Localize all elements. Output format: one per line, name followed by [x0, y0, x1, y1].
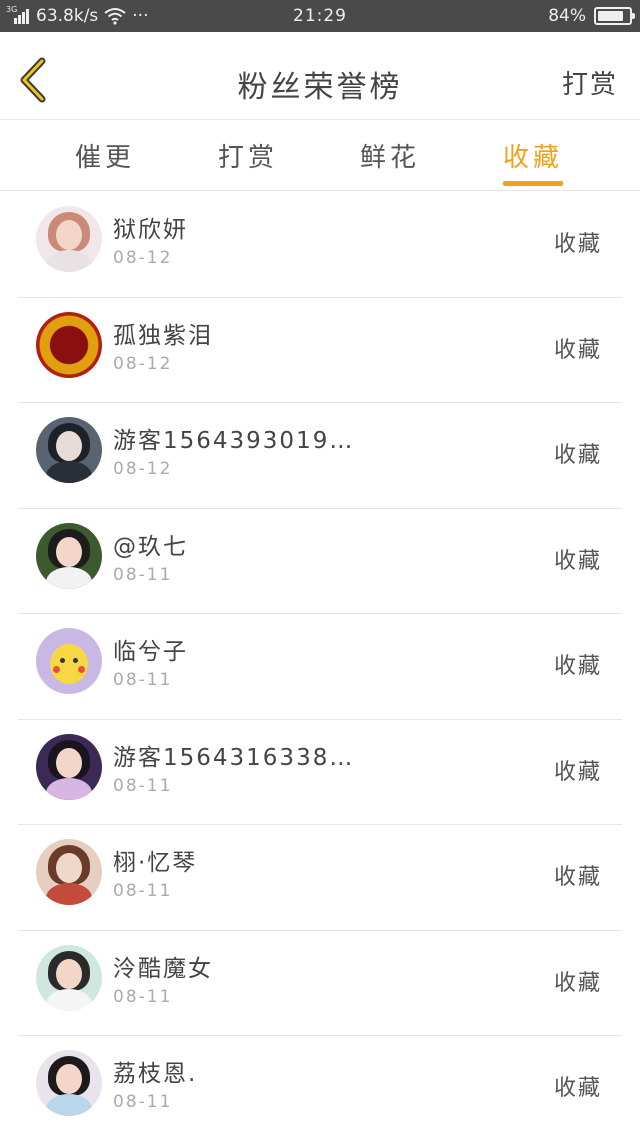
- tab-urge[interactable]: 催更: [45, 137, 165, 174]
- avatar[interactable]: [36, 944, 102, 1011]
- fan-list: 狱欣妍 08-12 收藏 孤独紫泪 08-12 收藏 游客1564393019……: [0, 192, 640, 1138]
- list-item[interactable]: 孤独紫泪 08-12 收藏: [18, 298, 622, 403]
- user-name: 栩·忆琴: [113, 850, 198, 876]
- avatar[interactable]: [36, 417, 102, 483]
- list-item[interactable]: 临兮子 08-11 收藏: [18, 614, 622, 720]
- date-label: 08-11: [113, 775, 173, 796]
- user-name: 临兮子: [113, 639, 188, 665]
- date-label: 08-11: [113, 564, 173, 585]
- date-label: 08-11: [113, 986, 173, 1007]
- favorite-label: 收藏: [553, 1076, 602, 1101]
- user-name: 狱欣妍: [113, 217, 188, 243]
- list-item[interactable]: 游客1564316338… 08-11 收藏: [18, 720, 622, 825]
- list-item[interactable]: 栩·忆琴 08-11 收藏: [18, 825, 622, 931]
- battery-icon: [594, 7, 635, 25]
- list-item[interactable]: 狱欣妍 08-12 收藏: [18, 192, 622, 298]
- user-name: 荔枝恩.: [113, 1061, 198, 1087]
- active-tab-indicator: [503, 181, 563, 186]
- app-header: 粉丝荣誉榜 打赏: [0, 32, 640, 120]
- date-label: 08-11: [113, 1092, 173, 1112]
- favorite-label: 收藏: [553, 443, 602, 468]
- date-label: 08-11: [113, 670, 173, 690]
- favorite-label: 收藏: [553, 232, 602, 257]
- battery-percent: 84%: [548, 6, 586, 26]
- favorite-label: 收藏: [553, 337, 602, 363]
- avatar[interactable]: [36, 522, 102, 589]
- tab-favorites[interactable]: 收藏: [473, 137, 593, 174]
- favorite-label: 收藏: [553, 654, 602, 679]
- tab-reward[interactable]: 打赏: [188, 137, 308, 174]
- avatar[interactable]: [36, 206, 102, 272]
- user-name: 游客1564393019…: [113, 428, 355, 454]
- avatar[interactable]: [36, 733, 102, 800]
- status-time: 21:29: [293, 6, 347, 26]
- status-right: 84%: [548, 6, 635, 26]
- favorite-label: 收藏: [553, 865, 602, 890]
- date-label: 08-12: [113, 248, 173, 268]
- date-label: 08-12: [113, 353, 173, 374]
- tab-flowers[interactable]: 鲜花: [330, 137, 450, 174]
- avatar[interactable]: [36, 628, 102, 694]
- user-name: @玖七: [113, 533, 188, 560]
- list-item[interactable]: 游客1564393019… 08-12 收藏: [18, 403, 622, 509]
- favorite-label: 收藏: [553, 548, 602, 574]
- battery-fill: [598, 11, 624, 21]
- tab-bar: 催更 打赏 鲜花 收藏: [0, 121, 640, 191]
- page-title: 粉丝荣誉榜: [237, 70, 403, 105]
- favorite-label: 收藏: [553, 759, 602, 785]
- user-name: 游客1564316338…: [113, 744, 355, 771]
- avatar[interactable]: [36, 311, 102, 378]
- status-bar: 3G 63.8k/s ··· 21:29 84%: [0, 0, 640, 32]
- favorite-label: 收藏: [553, 970, 602, 996]
- date-label: 08-12: [113, 459, 173, 479]
- list-item[interactable]: 泠酷魔女 08-11 收藏: [18, 931, 622, 1036]
- user-name: 泠酷魔女: [113, 955, 213, 982]
- user-name: 孤独紫泪: [113, 322, 213, 349]
- list-item[interactable]: 荔枝恩. 08-11 收藏: [18, 1036, 622, 1138]
- avatar[interactable]: [36, 839, 102, 905]
- avatar[interactable]: [36, 1050, 102, 1116]
- date-label: 08-11: [113, 881, 173, 901]
- list-item[interactable]: @玖七 08-11 收藏: [18, 509, 622, 614]
- reward-button[interactable]: 打赏: [562, 64, 618, 101]
